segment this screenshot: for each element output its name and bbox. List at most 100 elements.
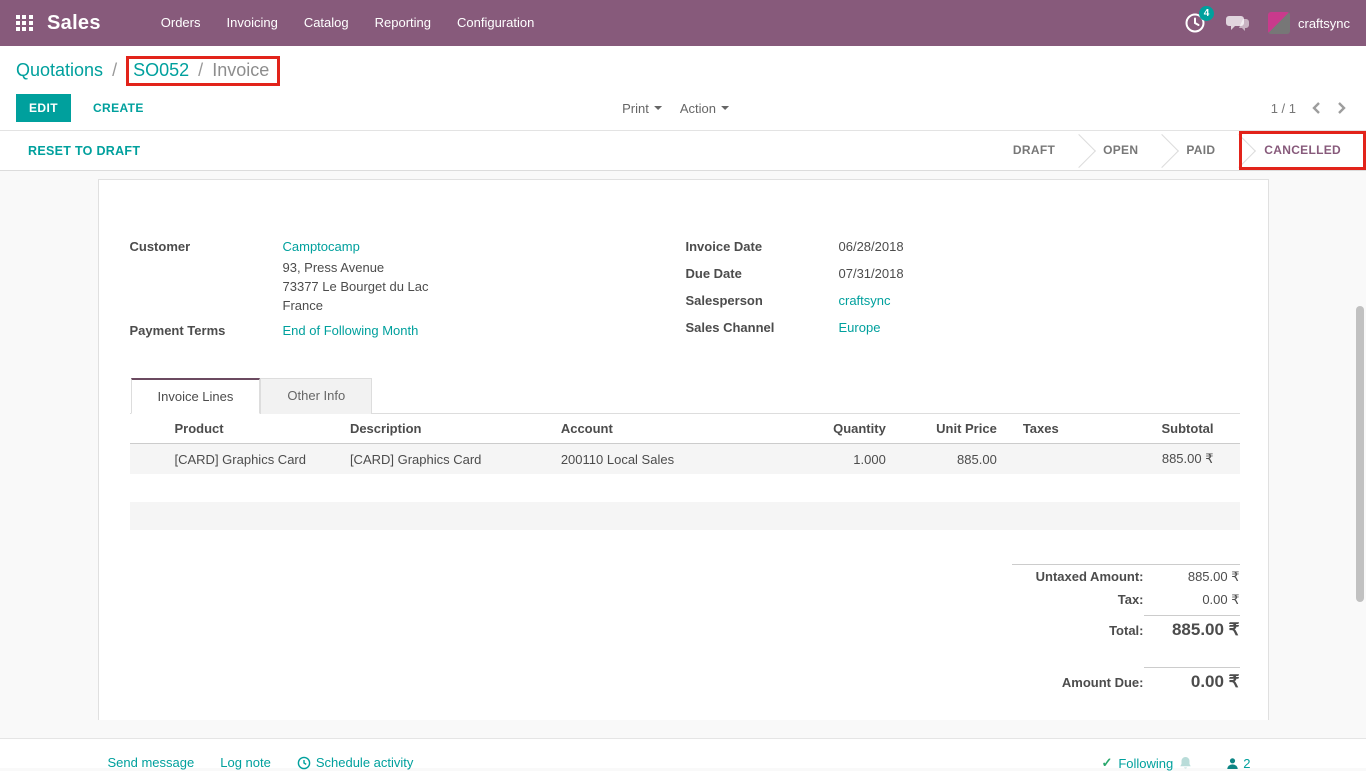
clock-icon <box>297 756 311 770</box>
status-step-draft[interactable]: DRAFT <box>989 131 1079 170</box>
top-navbar: Sales Orders Invoicing Catalog Reporting… <box>0 0 1366 46</box>
sales-channel-label: Sales Channel <box>686 316 839 339</box>
followers-button[interactable]: 2 <box>1226 756 1250 771</box>
salesperson-link[interactable]: craftsync <box>839 289 891 312</box>
invoice-date-label: Invoice Date <box>686 235 839 258</box>
status-step-paid[interactable]: PAID <box>1162 131 1239 170</box>
apps-grid-icon[interactable] <box>16 15 33 32</box>
due-date-value: 07/31/2018 <box>839 262 904 285</box>
app-title[interactable]: Sales <box>47 12 101 35</box>
breadcrumb-current: Invoice <box>212 60 269 80</box>
tab-other-info[interactable]: Other Info <box>260 378 372 414</box>
address-line: France <box>283 296 429 315</box>
invoice-date-value: 06/28/2018 <box>839 235 904 258</box>
tax-value: 0.00 ₹ <box>1144 592 1240 608</box>
invoice-lines-table: Product Description Account Quantity Uni… <box>130 414 1240 558</box>
cell-account: 200110 Local Sales <box>557 444 790 475</box>
amount-due-value: 0.00 ₹ <box>1144 667 1240 692</box>
activity-count-badge: 4 <box>1199 6 1214 21</box>
address-line: 93, Press Avenue <box>283 258 429 277</box>
header-taxes: Taxes <box>1001 414 1112 444</box>
table-row[interactable]: [CARD] Graphics Card [CARD] Graphics Car… <box>130 444 1240 475</box>
user-avatar <box>1268 12 1290 34</box>
caret-down-icon <box>654 106 662 110</box>
header-unit-price: Unit Price <box>890 414 1001 444</box>
header-account: Account <box>557 414 790 444</box>
invoice-header-fields: Customer Camptocamp 93, Press Avenue 733… <box>130 235 1240 346</box>
caret-down-icon <box>721 106 729 110</box>
untaxed-amount-value: 885.00 ₹ <box>1144 569 1240 585</box>
customer-label: Customer <box>130 235 283 315</box>
cell-subtotal: 885.00 ₹ <box>1112 444 1240 475</box>
follower-count: 2 <box>1243 756 1250 771</box>
check-icon: ✓ <box>1101 755 1112 771</box>
invoice-sheet: Customer Camptocamp 93, Press Avenue 733… <box>98 179 1269 720</box>
following-label: Following <box>1118 756 1173 771</box>
create-button[interactable]: CREATE <box>93 94 144 122</box>
cell-quantity: 1.000 <box>790 444 890 475</box>
status-step-cancelled annotation-box-cancelled[interactable]: CANCELLED <box>1239 131 1366 170</box>
header-subtotal: Subtotal <box>1112 414 1240 444</box>
status-step-open[interactable]: OPEN <box>1079 131 1162 170</box>
total-value: 885.00 ₹ <box>1144 615 1240 640</box>
activities-clock-icon[interactable]: 4 <box>1184 12 1206 34</box>
menu-orders[interactable]: Orders <box>149 0 213 46</box>
amount-due-label: Amount Due: <box>1062 675 1144 690</box>
cell-taxes <box>1001 444 1112 475</box>
control-panel: EDIT CREATE Print Action 1 / 1 <box>0 88 1366 130</box>
pager: 1 / 1 <box>1271 101 1346 116</box>
user-name: craftsync <box>1298 16 1350 31</box>
action-label: Action <box>680 101 716 116</box>
edit-button[interactable]: EDIT <box>16 94 71 122</box>
statusbar: RESET TO DRAFT DRAFT OPEN PAID CANCELLED <box>0 130 1366 171</box>
systray: 4 craftsync <box>1184 12 1350 34</box>
payment-terms-label: Payment Terms <box>130 319 283 342</box>
following-button[interactable]: ✓ Following <box>1101 755 1192 771</box>
customer-link[interactable]: Camptocamp <box>283 235 429 258</box>
breadcrumb-quotations[interactable]: Quotations <box>16 60 103 80</box>
status-steps: DRAFT OPEN PAID CANCELLED <box>989 131 1366 170</box>
menu-catalog[interactable]: Catalog <box>292 0 361 46</box>
annotation-box-breadcrumb: SO052 / Invoice <box>126 56 280 86</box>
pager-value: 1 / 1 <box>1271 101 1296 116</box>
table-header-row: Product Description Account Quantity Uni… <box>130 414 1240 444</box>
chevron-right-icon[interactable] <box>1337 101 1346 115</box>
salesperson-label: Salesperson <box>686 289 839 312</box>
cell-description: [CARD] Graphics Card <box>346 444 557 475</box>
header-product: Product <box>130 414 346 444</box>
user-menu[interactable]: craftsync <box>1268 12 1350 34</box>
tab-invoice-lines[interactable]: Invoice Lines <box>131 378 261 414</box>
chevron-left-icon[interactable] <box>1312 101 1321 115</box>
menu-reporting[interactable]: Reporting <box>363 0 443 46</box>
messages-chat-icon[interactable] <box>1226 12 1248 34</box>
form-view: Customer Camptocamp 93, Press Avenue 733… <box>0 171 1366 720</box>
menu-configuration[interactable]: Configuration <box>445 0 546 46</box>
breadcrumb-separator: / <box>108 60 121 80</box>
header-description: Description <box>346 414 557 444</box>
empty-row <box>130 474 1240 502</box>
cell-unit-price: 885.00 <box>890 444 1001 475</box>
total-label: Total: <box>1109 623 1143 638</box>
sales-channel-link[interactable]: Europe <box>839 316 881 339</box>
header-quantity: Quantity <box>790 414 890 444</box>
action-dropdowns: Print Action <box>622 101 729 116</box>
cell-product: [CARD] Graphics Card <box>130 444 346 475</box>
vertical-scrollbar[interactable] <box>1356 306 1364 602</box>
empty-row <box>130 502 1240 530</box>
empty-row <box>130 530 1240 558</box>
reset-to-draft-button[interactable]: RESET TO DRAFT <box>0 131 140 170</box>
payment-terms-link[interactable]: End of Following Month <box>283 319 419 342</box>
untaxed-amount-label: Untaxed Amount: <box>1036 569 1144 584</box>
breadcrumb-separator: / <box>194 60 207 80</box>
breadcrumb-so052[interactable]: SO052 <box>133 60 189 80</box>
menu-invoicing[interactable]: Invoicing <box>215 0 290 46</box>
invoice-totals: Untaxed Amount: 885.00 ₹ Tax: 0.00 ₹ Tot… <box>1012 564 1240 695</box>
due-date-label: Due Date <box>686 262 839 285</box>
address-line: 73377 Le Bourget du Lac <box>283 277 429 296</box>
print-dropdown[interactable]: Print <box>622 101 662 116</box>
action-dropdown[interactable]: Action <box>680 101 729 116</box>
main-menu: Orders Invoicing Catalog Reporting Confi… <box>149 0 547 46</box>
print-label: Print <box>622 101 649 116</box>
tax-label: Tax: <box>1118 592 1144 607</box>
breadcrumb: Quotations / SO052 / Invoice <box>16 56 1366 86</box>
